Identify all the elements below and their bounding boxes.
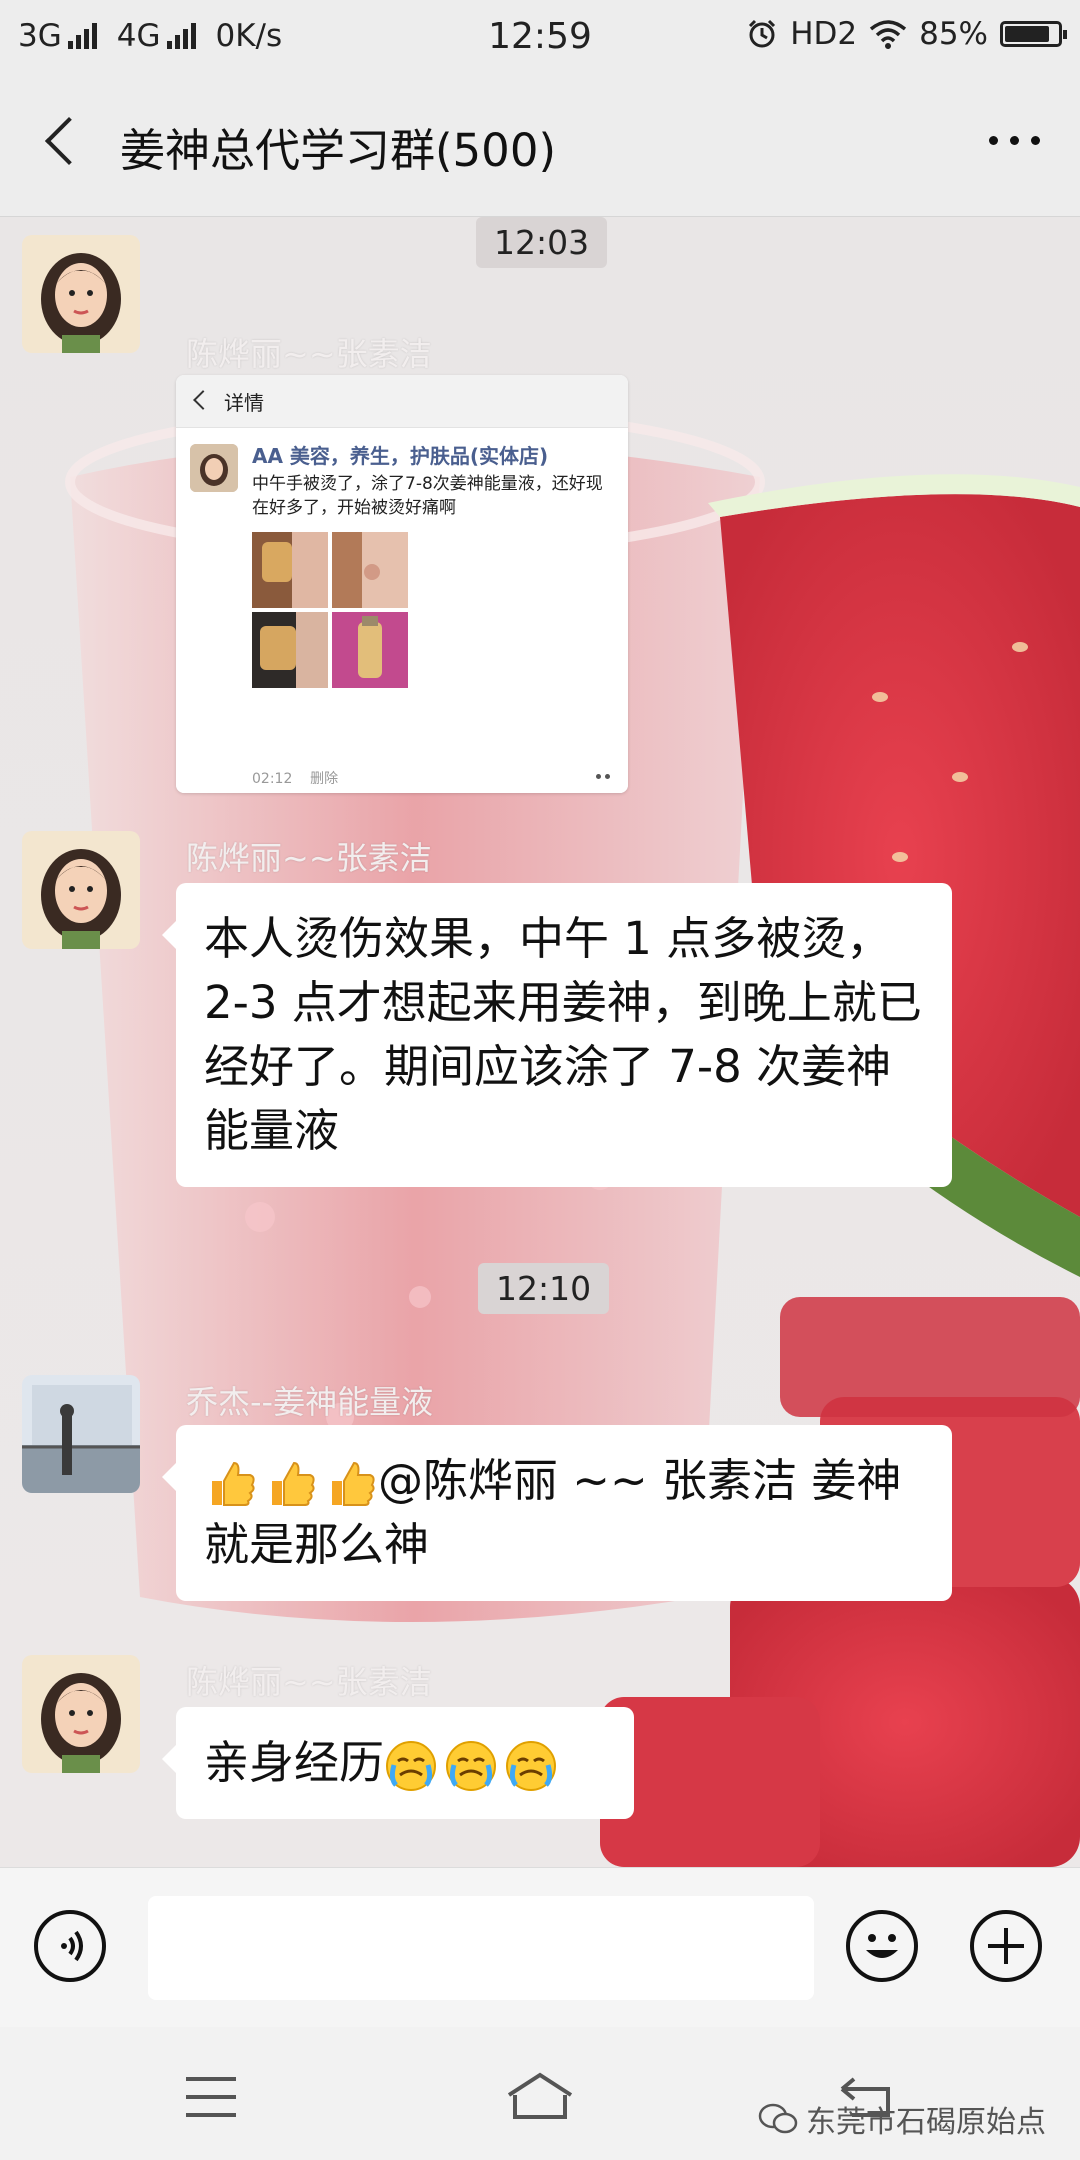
post-text: 中午手被烫了，涂了7-8次姜神能量液，还好现在好多了，开始被烫好痛啊 <box>252 474 603 518</box>
post-author: AA 美容，养生，护肤品(实体店) <box>252 444 549 468</box>
thumbs-up-icon <box>212 1461 255 1506</box>
message-timestamp: 12:03 <box>476 217 608 268</box>
emoji-group <box>204 1457 378 1511</box>
message-bubble[interactable]: 亲身经历 <box>162 1707 634 1819</box>
voice-icon[interactable] <box>34 1910 106 1982</box>
screenshot-header-title: 详情 <box>224 391 264 415</box>
sender-name: 陈烨丽~~张素洁 <box>186 335 432 373</box>
input-bar <box>0 1867 1080 2028</box>
crying-face-icon <box>386 1741 437 1791</box>
chat-title: 姜神总代学习群(500) <box>120 124 557 177</box>
watermark: 东莞市石碣原始点 <box>758 2097 1046 2141</box>
message-bubble[interactable]: @陈烨丽 ~~ 张素洁 姜神就是那么神 <box>162 1425 952 1601</box>
avatar[interactable] <box>22 235 140 353</box>
sender-name: 陈烨丽~~张素洁 <box>186 1663 432 1701</box>
avatar-photo-icon <box>22 1655 140 1773</box>
system-nav-bar: 东莞市石碣原始点 <box>0 2027 1080 2160</box>
avatar[interactable] <box>22 831 140 949</box>
avatar[interactable] <box>22 1655 140 1773</box>
post-photo <box>332 612 408 688</box>
menu-icon[interactable] <box>184 2075 238 2119</box>
back-arrow-icon[interactable] <box>44 116 94 166</box>
post-meta: 02:12 删除 <box>252 768 338 788</box>
emoji-group <box>384 1739 558 1793</box>
post-photo <box>252 612 328 688</box>
post-delete-link: 删除 <box>310 771 339 787</box>
wechat-icon <box>758 2103 798 2134</box>
avatar-photo-icon <box>22 1375 140 1493</box>
avatar-photo-icon <box>22 235 140 353</box>
chat-header: 姜神总代学习群(500) <box>0 76 1080 217</box>
wifi-icon <box>869 20 907 49</box>
emoji-smile-icon[interactable] <box>846 1910 918 1982</box>
thumbs-up-icon <box>332 1461 375 1506</box>
battery-percent: 85% <box>919 16 988 52</box>
more-dots-icon <box>596 774 610 779</box>
post-photo <box>252 532 328 608</box>
message-bubble[interactable]: 本人烫伤效果，中午 1 点多被烫，2-3 点才想起来用姜神，到晚上就已经好了。期… <box>162 883 952 1187</box>
crying-face-icon <box>446 1741 497 1791</box>
home-icon[interactable] <box>505 2071 575 2121</box>
back-arrow-icon <box>193 390 213 410</box>
battery-icon <box>1000 21 1067 47</box>
avatar-photo-icon <box>22 831 140 949</box>
sender-name: 陈烨丽~~张素洁 <box>186 839 432 877</box>
post-time: 02:12 <box>252 771 293 787</box>
message-text: 亲身经历 <box>204 1736 385 1789</box>
crying-face-icon <box>506 1741 557 1791</box>
alarm-icon <box>749 19 776 48</box>
screenshot-header: 详情 <box>176 375 628 428</box>
message-input[interactable] <box>148 1896 814 2000</box>
post-avatar <box>190 444 238 492</box>
chat-area[interactable]: 12:03 陈烨丽~~张素洁 详情 AA 美容，养生，护肤品(实体店) 中午手被… <box>0 217 1080 1867</box>
thumbs-up-icon <box>272 1461 315 1506</box>
more-dots-icon[interactable] <box>989 136 1040 145</box>
status-icons: HD2 85% <box>746 16 1067 52</box>
image-message[interactable]: 详情 AA 美容，养生，护肤品(实体店) 中午手被烫了，涂了7-8次姜神能量液，… <box>176 375 628 793</box>
avatar[interactable] <box>22 1375 140 1493</box>
sender-name: 乔杰--姜神能量液 <box>186 1383 434 1421</box>
watermark-text: 东莞市石碣原始点 <box>806 2105 1046 2140</box>
plus-icon[interactable] <box>970 1910 1042 1982</box>
message-timestamp: 12:10 <box>478 1263 610 1314</box>
hd-label: HD2 <box>790 16 858 52</box>
screenshot-post: AA 美容，养生，护肤品(实体店) 中午手被烫了，涂了7-8次姜神能量液，还好现… <box>176 428 628 793</box>
post-photo <box>332 532 408 608</box>
status-bar: 3G 4G 0K/s 12:59 HD2 85% <box>0 0 1080 76</box>
